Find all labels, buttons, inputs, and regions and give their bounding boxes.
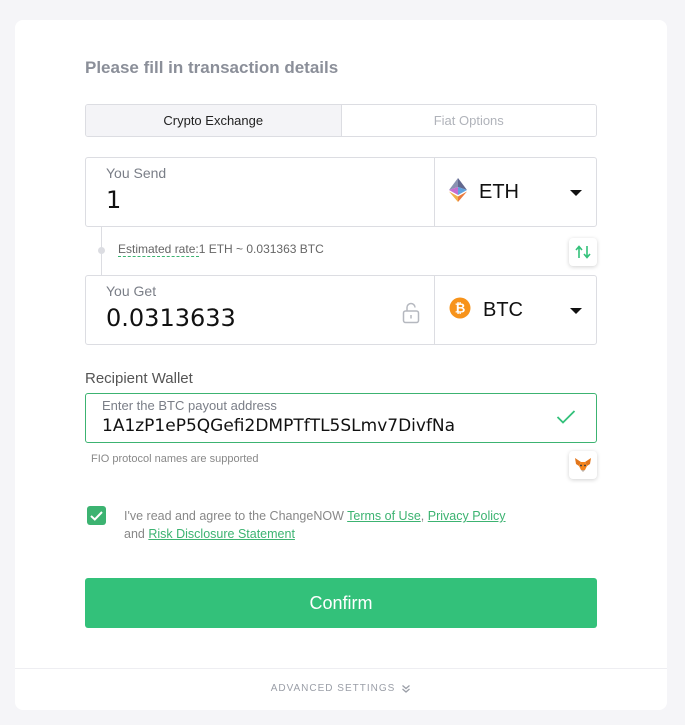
send-currency-select[interactable]: ETH bbox=[435, 158, 596, 226]
rate-connector-dot bbox=[98, 247, 105, 254]
chevron-down-icon bbox=[570, 190, 582, 196]
estimated-rate-label[interactable]: Estimated rate: bbox=[118, 242, 199, 257]
recipient-placeholder: Enter the BTC payout address bbox=[102, 398, 277, 413]
agreement-checkbox[interactable] bbox=[87, 506, 106, 525]
agreement-and: and bbox=[124, 527, 149, 541]
get-field: You Get 0.0313633 ₿ BTC bbox=[85, 275, 597, 345]
tab-crypto-exchange[interactable]: Crypto Exchange bbox=[86, 105, 342, 136]
tab-fiat-options[interactable]: Fiat Options bbox=[341, 105, 596, 136]
terms-of-use-link[interactable]: Terms of Use bbox=[347, 509, 421, 523]
get-currency-code: BTC bbox=[483, 298, 523, 321]
send-field: You Send 1 ETH bbox=[85, 157, 597, 227]
get-amount-box[interactable]: You Get 0.0313633 bbox=[86, 276, 435, 344]
send-amount-box[interactable]: You Send 1 bbox=[86, 158, 435, 226]
unlock-icon[interactable] bbox=[402, 302, 420, 329]
send-amount-input[interactable]: 1 bbox=[106, 186, 121, 214]
chevron-down-icon bbox=[570, 308, 582, 314]
exchange-mode-tabs: Crypto Exchange Fiat Options bbox=[85, 104, 597, 137]
get-label: You Get bbox=[106, 283, 157, 299]
recipient-wallet-field[interactable]: Enter the BTC payout address 1A1zP1eP5QG… bbox=[85, 393, 597, 443]
svg-text:₿: ₿ bbox=[455, 301, 466, 316]
divider bbox=[15, 668, 667, 669]
get-currency-select[interactable]: ₿ BTC bbox=[435, 276, 596, 344]
recipient-wallet-label: Recipient Wallet bbox=[85, 370, 193, 387]
metamask-fox-icon bbox=[575, 458, 591, 472]
send-label: You Send bbox=[106, 165, 167, 181]
checkmark-icon bbox=[90, 510, 103, 521]
recipient-address-input[interactable]: 1A1zP1eP5QGefi2DMPTfTL5SLmv7DivfNa bbox=[102, 416, 542, 436]
swap-arrows-icon bbox=[575, 245, 591, 259]
privacy-policy-link[interactable]: Privacy Policy bbox=[428, 509, 506, 523]
confirm-button[interactable]: Confirm bbox=[85, 578, 597, 628]
checkmark-icon bbox=[556, 409, 576, 430]
bitcoin-icon: ₿ bbox=[449, 297, 471, 324]
advanced-settings-toggle[interactable]: ADVANCED SETTINGS bbox=[15, 683, 667, 694]
agreement-prefix: I've read and agree to the ChangeNOW bbox=[124, 509, 348, 523]
risk-disclosure-link[interactable]: Risk Disclosure Statement bbox=[148, 527, 295, 541]
advanced-settings-label: ADVANCED SETTINGS bbox=[270, 683, 396, 694]
fio-note: FIO protocol names are supported bbox=[91, 453, 259, 465]
agreement-text: I've read and agree to the ChangeNOW Ter… bbox=[124, 507, 544, 543]
send-currency-code: ETH bbox=[479, 180, 519, 203]
swap-currencies-button[interactable] bbox=[569, 238, 597, 266]
ethereum-icon bbox=[449, 177, 467, 207]
agreement-comma: , bbox=[420, 509, 425, 523]
metamask-button[interactable] bbox=[569, 451, 597, 479]
double-chevron-down-icon bbox=[402, 684, 411, 693]
page-title: Please fill in transaction details bbox=[85, 58, 339, 77]
get-amount-input[interactable]: 0.0313633 bbox=[106, 304, 236, 332]
estimated-rate-value: 1 ETH ~ 0.031363 BTC bbox=[198, 242, 324, 256]
estimated-rate: Estimated rate:1 ETH ~ 0.031363 BTC bbox=[118, 242, 324, 257]
exchange-card: Please fill in transaction details Crypt… bbox=[15, 20, 667, 710]
